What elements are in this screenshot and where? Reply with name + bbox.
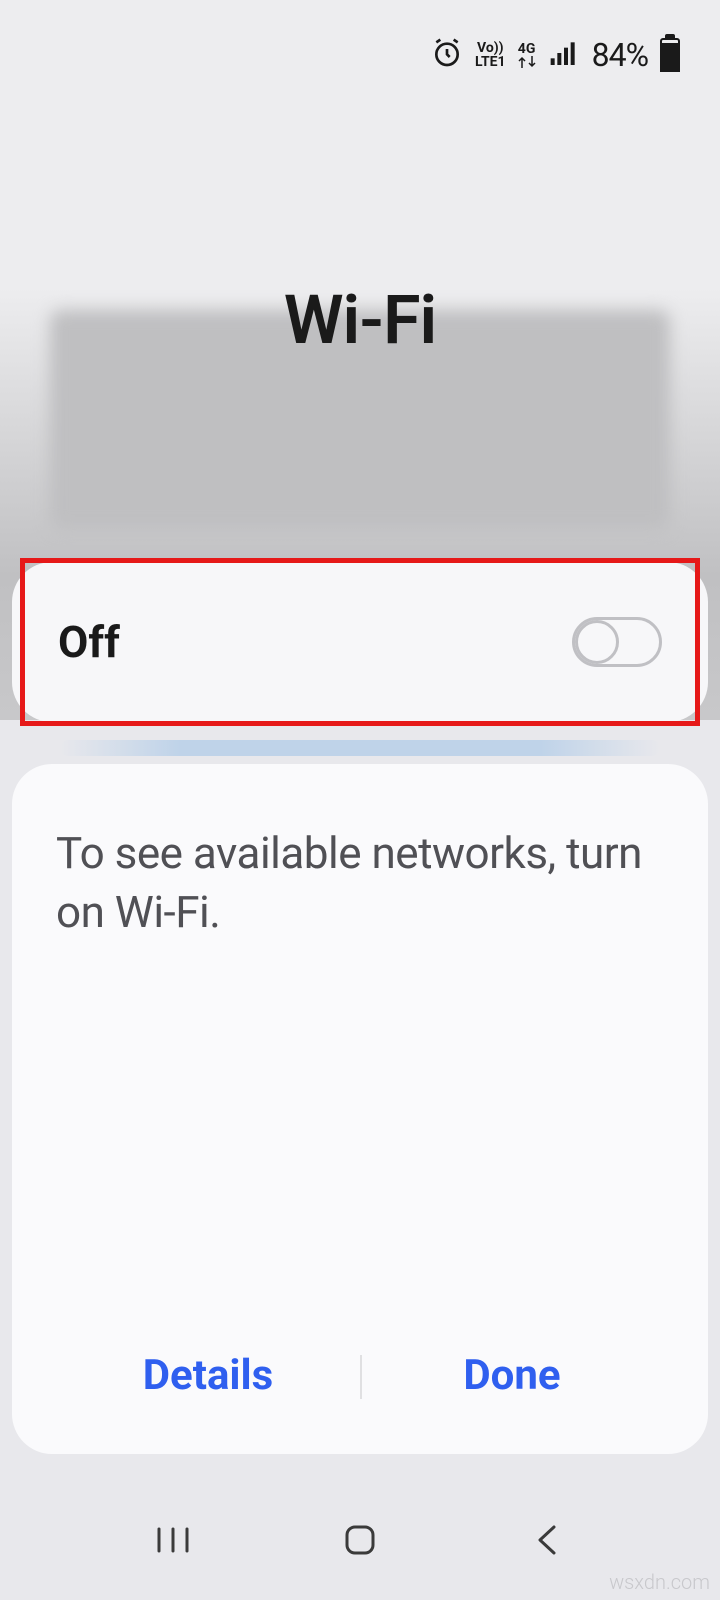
done-button[interactable]: Done: [360, 1347, 664, 1404]
data-arrows: [518, 56, 536, 68]
alarm-icon: [431, 37, 463, 73]
action-row: Details Done: [56, 1347, 664, 1454]
battery-icon: [660, 38, 680, 72]
divider-glow: [60, 740, 660, 756]
status-bar: Vo)) LTE1 4G 84%: [0, 0, 720, 110]
watermark: wsxdn.com: [609, 1570, 710, 1594]
info-message: To see available networks, turn on Wi-Fi…: [56, 824, 664, 943]
details-button[interactable]: Details: [56, 1347, 360, 1404]
wifi-toggle-switch[interactable]: [572, 617, 662, 667]
back-button[interactable]: [497, 1510, 597, 1570]
battery-percent: 84%: [592, 36, 648, 74]
info-card: To see available networks, turn on Wi-Fi…: [12, 764, 708, 1454]
wifi-toggle-row[interactable]: Off: [12, 562, 708, 722]
toggle-knob: [575, 620, 619, 664]
volte-indicator: Vo)) LTE1: [475, 41, 506, 69]
signal-icon: [548, 37, 580, 73]
volte-top: Vo)): [477, 41, 504, 55]
volte-bottom: LTE1: [475, 55, 506, 69]
recents-button[interactable]: [123, 1510, 223, 1570]
page-title: Wi-Fi: [0, 280, 720, 360]
home-button[interactable]: [310, 1510, 410, 1570]
data-top: 4G: [518, 42, 536, 56]
data-indicator: 4G: [518, 42, 536, 68]
toggle-label: Off: [58, 616, 120, 668]
